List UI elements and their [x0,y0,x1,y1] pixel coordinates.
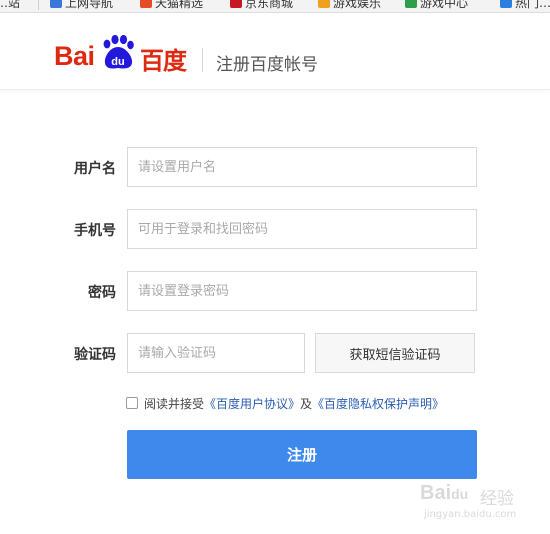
bookmark-item[interactable]: 天猫精选 [140,0,203,10]
username-input[interactable] [127,147,477,187]
get-sms-code-button[interactable]: 获取短信验证码 [315,333,475,373]
privacy-statement-link[interactable]: 《百度隐私权保护声明》 [312,395,444,412]
password-label: 密码 [88,285,116,301]
watermark-url: jingyan.baidu.com [424,509,517,520]
username-label: 用户名 [74,161,116,177]
logo-paw-text: du [111,56,124,68]
play-icon [500,0,512,8]
tmall-icon [140,0,152,8]
logo-wordmark: Bai [54,41,95,71]
bookmark-label: 京东商城 [245,0,294,10]
user-agreement-link[interactable]: 《百度用户协议》 [204,395,300,412]
page-title: 注册百度帐号 [216,55,318,75]
agreement-row: 阅读并接受 《百度用户协议》 及 《百度隐私权保护声明》 [126,394,444,412]
phone-input[interactable] [127,209,477,249]
agreement-prefix: 阅读并接受 [144,396,205,411]
password-input[interactable] [127,271,477,311]
watermark-wordmark: Baidu [420,482,469,504]
logo-chinese: 百度 [140,47,187,75]
bookmark-item[interactable]: 上网导航 [50,0,113,10]
header-divider [202,48,203,72]
bookmark-label: 游戏中心 [420,0,469,10]
jd-icon [230,0,242,8]
game-center-icon [405,0,417,8]
game-icon [318,0,330,8]
paw-icon: du [103,35,134,69]
captcha-input[interactable] [127,333,305,373]
bookmark-item[interactable]: 热门… [500,0,550,10]
bookmark-item[interactable]: 游戏娱乐 [318,0,381,10]
bookmark-label: …站 [0,0,21,10]
agreement-checkbox[interactable] [126,397,138,409]
bookmark-item[interactable]: 京东商城 [230,0,293,10]
bookmark-item[interactable]: …站 [0,0,20,10]
watermark-chinese: 经验 [480,489,514,509]
page-header: Bai du 百度 注册百度帐号 [0,13,550,90]
globe-icon [50,0,62,8]
baidu-logo[interactable]: Bai du 百度 [54,35,188,75]
bookmark-label: 游戏娱乐 [333,0,382,10]
bookmark-item[interactable]: 游戏中心 [405,0,468,10]
phone-label: 手机号 [74,223,116,239]
bookmark-label: 上网导航 [65,0,114,10]
captcha-label: 验证码 [74,347,116,363]
bookmarks-bar: …站 上网导航 天猫精选 京东商城 游戏娱乐 游戏中心 热门… [0,0,550,13]
bookmark-separator [38,0,39,10]
register-button[interactable]: 注册 [127,430,477,479]
bookmark-label: 天猫精选 [155,0,204,10]
jingyan-watermark: Baidu 经验 jingyan.baidu.com [420,478,540,528]
bookmark-label: 热门… [515,0,550,10]
agreement-and: 及 [300,396,313,411]
